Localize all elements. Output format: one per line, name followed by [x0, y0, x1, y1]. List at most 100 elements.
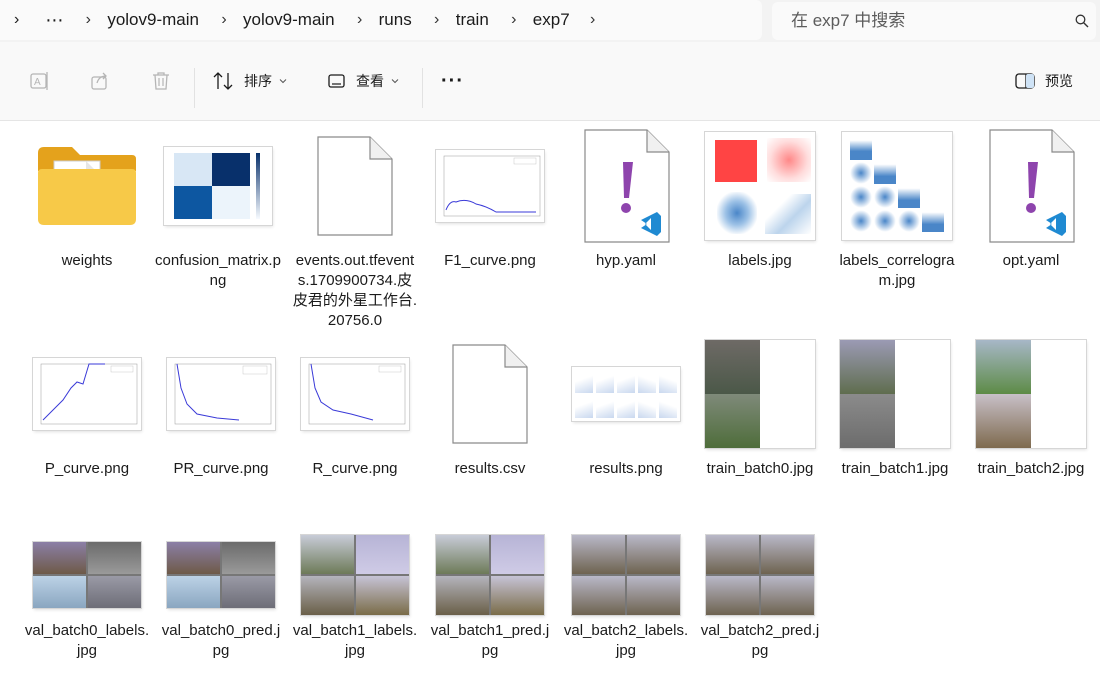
address-bar-area: › ⋯ › yolov9-main › yolov9-main › runs ›…	[0, 0, 1100, 42]
file-item-val-batch2-labels[interactable]: val_batch2_labels.jpg	[564, 535, 688, 675]
file-item-f1-curve[interactable]: F1_curve.png	[433, 131, 547, 271]
image-thumbnail	[164, 535, 278, 615]
file-item-train-batch2[interactable]: train_batch2.jpg	[974, 339, 1088, 499]
file-name: val_batch0_labels.jpg	[24, 622, 150, 659]
breadcrumb-item[interactable]: yolov9-main	[107, 10, 199, 30]
file-item-val-batch0-pred[interactable]: val_batch0_pred.jpg	[162, 535, 280, 675]
file-grid: weights confusion_matrix.png events.out.…	[0, 121, 1100, 680]
chevron-right-icon[interactable]: ›	[353, 11, 367, 29]
image-thumbnail	[30, 339, 144, 449]
more-options-button[interactable]: ···	[441, 64, 464, 98]
image-thumbnail	[433, 131, 547, 241]
file-item-hyp-yaml[interactable]: hyp.yaml	[569, 129, 683, 271]
image-thumbnail	[569, 535, 683, 615]
chevron-right-icon[interactable]: ›	[507, 11, 521, 29]
image-thumbnail	[569, 339, 683, 449]
file-name: val_batch1_pred.jpg	[430, 622, 550, 659]
address-bar[interactable]: › ⋯ › yolov9-main › yolov9-main › runs ›…	[0, 0, 762, 40]
file-item-labels[interactable]: labels.jpg	[703, 131, 817, 271]
file-name: opt.yaml	[1002, 252, 1060, 269]
file-item-train-batch0[interactable]: train_batch0.jpg	[703, 339, 817, 499]
chevron-right-icon[interactable]: ›	[586, 11, 600, 29]
file-name: train_batch2.jpg	[977, 460, 1085, 477]
file-name: results.csv	[454, 460, 526, 477]
preview-label: 预览	[1045, 73, 1073, 89]
rename-button[interactable]: A	[29, 64, 51, 98]
image-thumbnail	[840, 131, 954, 241]
search-icon[interactable]	[1075, 14, 1089, 28]
file-item-r-curve[interactable]: R_curve.png	[298, 339, 412, 479]
file-name: train_batch1.jpg	[841, 460, 949, 477]
trash-icon	[153, 72, 169, 90]
toolbar-divider	[194, 68, 195, 108]
chevron-right-icon: ›	[85, 11, 91, 28]
search-box[interactable]	[772, 2, 1096, 40]
file-item-pr-curve[interactable]: PR_curve.png	[164, 339, 278, 479]
sort-icon	[213, 72, 233, 90]
file-item-weights[interactable]: weights	[30, 131, 144, 271]
preview-pane-icon	[1015, 73, 1035, 89]
file-item-val-batch0-labels[interactable]: val_batch0_labels.jpg	[25, 535, 149, 675]
file-name: labels.jpg	[728, 252, 792, 269]
file-name: R_curve.png	[312, 460, 398, 477]
chevron-right-icon[interactable]: ›	[217, 11, 231, 29]
file-item-labels-correlogram[interactable]: labels_correlogram.jpg	[839, 131, 955, 291]
file-thumbnail	[569, 129, 683, 243]
share-button[interactable]	[89, 64, 111, 98]
view-icon	[328, 74, 345, 88]
file-thumbnail	[433, 339, 547, 449]
image-thumbnail	[703, 131, 817, 241]
breadcrumb-item[interactable]: runs	[379, 10, 412, 30]
file-item-train-batch1[interactable]: train_batch1.jpg	[838, 339, 952, 499]
file-item-confusion-matrix[interactable]: confusion_matrix.png	[155, 131, 281, 291]
delete-button[interactable]	[150, 64, 172, 98]
file-name: val_batch2_labels.jpg	[563, 622, 689, 659]
chevron-right-icon[interactable]: ›	[14, 11, 19, 29]
file-name: confusion_matrix.png	[155, 252, 281, 289]
chevron-down-icon	[391, 79, 399, 84]
toolbar-divider	[422, 68, 423, 108]
file-name: events.out.tfevents.1709900734.皮皮君的外星工作台…	[292, 252, 418, 329]
file-name: val_batch1_labels.jpg	[292, 622, 418, 659]
file-item-events[interactable]: events.out.tfevents.1709900734.皮皮君的外星工作台…	[293, 131, 417, 331]
yaml-file-icon	[989, 129, 1075, 243]
file-name: F1_curve.png	[444, 252, 536, 269]
share-icon	[91, 72, 107, 90]
file-item-val-batch1-pred[interactable]: val_batch1_pred.jpg	[431, 535, 549, 675]
file-item-val-batch1-labels[interactable]: val_batch1_labels.jpg	[293, 535, 417, 675]
blank-file-icon	[452, 344, 528, 444]
file-name: val_batch2_pred.jpg	[700, 622, 820, 659]
view-button[interactable]: 查看	[327, 64, 400, 98]
file-item-val-batch2-pred[interactable]: val_batch2_pred.jpg	[701, 535, 819, 675]
rename-icon: A	[30, 72, 48, 90]
image-thumbnail	[164, 339, 278, 449]
file-name: results.png	[589, 460, 663, 477]
sort-button[interactable]: 排序	[212, 64, 288, 98]
image-thumbnail	[298, 339, 412, 449]
file-thumbnail	[298, 131, 412, 241]
file-name: labels_correlogram.jpg	[839, 252, 955, 289]
image-thumbnail	[161, 131, 275, 241]
breadcrumb-more-button[interactable]: ⋯	[45, 10, 63, 31]
folder-icon	[38, 147, 136, 225]
chevron-right-icon[interactable]: ›	[430, 11, 444, 29]
chevron-down-icon	[279, 79, 287, 84]
file-item-opt-yaml[interactable]: opt.yaml	[974, 129, 1088, 271]
image-thumbnail	[298, 535, 412, 615]
view-label: 查看	[356, 73, 384, 89]
breadcrumb-item[interactable]: train	[456, 10, 489, 30]
svg-text:A: A	[34, 77, 41, 88]
file-item-p-curve[interactable]: P_curve.png	[30, 339, 144, 479]
image-thumbnail	[30, 535, 144, 615]
yaml-file-icon	[584, 129, 670, 243]
preview-button[interactable]: 预览	[1014, 64, 1073, 98]
search-input[interactable]	[789, 10, 1063, 32]
file-thumbnail	[974, 129, 1088, 243]
breadcrumb-item[interactable]: yolov9-main	[243, 10, 335, 30]
file-item-results-png[interactable]: results.png	[569, 339, 683, 479]
image-thumbnail	[433, 535, 547, 615]
folder-thumbnail	[30, 131, 144, 241]
breadcrumb-item[interactable]: exp7	[533, 10, 570, 30]
file-item-results-csv[interactable]: results.csv	[433, 339, 547, 479]
image-thumbnail	[838, 339, 952, 449]
